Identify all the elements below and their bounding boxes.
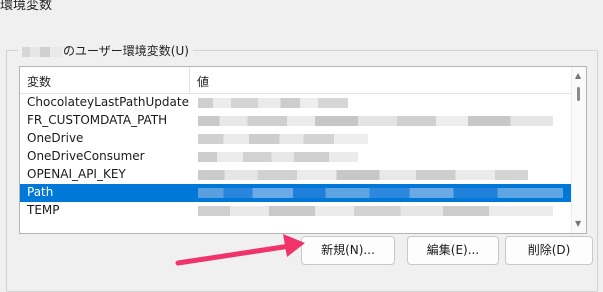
pink-arrow-icon <box>175 234 305 266</box>
